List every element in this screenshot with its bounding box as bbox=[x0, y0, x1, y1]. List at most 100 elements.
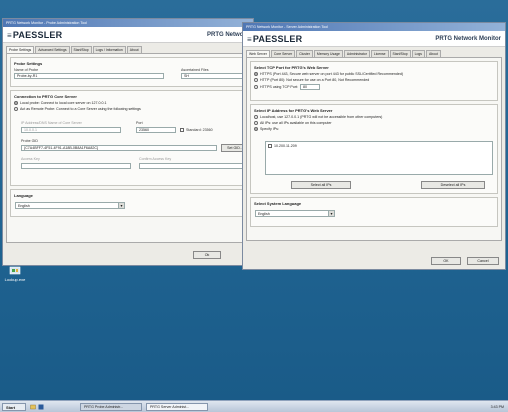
window-titlebar[interactable]: PRTG Network Monitor - Server Administra… bbox=[243, 23, 505, 31]
server-input[interactable]: 10.0.0.1 bbox=[21, 127, 121, 133]
radio-button[interactable] bbox=[14, 101, 18, 105]
probe-name-label: Name of Probe bbox=[14, 68, 39, 72]
chevron-down-icon[interactable]: ▾ bbox=[118, 203, 124, 208]
localhost-option[interactable]: Localhost, use 127.0.0.1 (PRTG will not … bbox=[254, 115, 494, 119]
selected-language: English bbox=[258, 212, 270, 216]
radio-button[interactable] bbox=[254, 127, 258, 131]
group-title: Select IP Address for PRTG's Web Server bbox=[254, 108, 333, 113]
option-label: Localhost, use 127.0.0.1 (PRTG will not … bbox=[260, 115, 383, 119]
tab-logs[interactable]: Logs / Information bbox=[92, 46, 126, 53]
desktop-icon-label: Lookup.exe bbox=[4, 277, 26, 282]
custom-port-option[interactable]: HTTPS using TCP Port: 80 bbox=[254, 84, 494, 90]
paessler-logo: PAESSLER bbox=[247, 34, 302, 44]
gid-input[interactable]: SH bbox=[181, 73, 247, 79]
radio-button[interactable] bbox=[14, 107, 18, 111]
tab-about[interactable]: About bbox=[126, 46, 142, 53]
probe-admin-window: PRTG Network Monitor - Probe Administrat… bbox=[2, 18, 254, 266]
system-language-select[interactable]: English ▾ bbox=[255, 210, 335, 217]
ip-checkbox[interactable] bbox=[268, 144, 272, 149]
radio-button[interactable] bbox=[254, 115, 258, 119]
probe-gid-label: Probe GID bbox=[21, 139, 38, 143]
option-label: Act as Remote Probe: Connect to a Core S… bbox=[20, 107, 141, 111]
port-input[interactable]: 23560 bbox=[136, 127, 176, 133]
ip-list[interactable]: 10.200.11.209 bbox=[265, 141, 493, 175]
select-all-button[interactable]: Select all IPs bbox=[291, 181, 351, 189]
ip-group: Select IP Address for PRTG's Web Server … bbox=[250, 104, 498, 194]
access-key-input[interactable] bbox=[21, 163, 131, 169]
tab-license[interactable]: License bbox=[370, 50, 389, 57]
brand-header: PAESSLER PRTG Network bbox=[3, 27, 253, 43]
tab-panel: Select TCP Port for PRTG's Web Server HT… bbox=[246, 57, 502, 241]
remote-probe-option[interactable]: Act as Remote Probe: Connect to a Core S… bbox=[14, 107, 242, 111]
tab-logs[interactable]: Logs bbox=[411, 50, 425, 57]
specify-ips-option[interactable]: Specify IPs: bbox=[254, 127, 494, 131]
group-title: Language bbox=[14, 193, 33, 198]
http-option[interactable]: HTTP (Port 80): Not secure for use on a … bbox=[254, 78, 494, 82]
radio-button[interactable] bbox=[254, 85, 258, 89]
tab-about[interactable]: About bbox=[425, 50, 441, 57]
default-port-checkbox[interactable] bbox=[180, 128, 184, 132]
tab-core-server[interactable]: Core Server bbox=[270, 50, 296, 57]
taskbar-server-admin[interactable]: PRTG Server Administ... bbox=[146, 403, 208, 411]
radio-button[interactable] bbox=[254, 121, 258, 125]
tab-bar: Probe Settings Advanced Settings Start/S… bbox=[3, 43, 253, 53]
system-language-group: Select System Language English ▾ bbox=[250, 197, 498, 227]
system-tray: 3:43 PM bbox=[464, 403, 506, 411]
group-title: Probe Settings bbox=[14, 61, 43, 66]
option-label: HTTPS (Port 443, Secure web server on po… bbox=[260, 72, 404, 76]
deselect-all-button[interactable]: Deselect all IPs bbox=[421, 181, 485, 189]
ok-button[interactable]: OK bbox=[431, 257, 461, 265]
brand-header: PAESSLER PRTG Network Monitor bbox=[243, 31, 505, 47]
taskbar: Start PRTG Probe Administr... PRTG Serve… bbox=[0, 400, 508, 412]
port-group: Select TCP Port for PRTG's Web Server HT… bbox=[250, 61, 498, 101]
radio-button[interactable] bbox=[254, 72, 258, 76]
selected-language: English bbox=[18, 204, 30, 208]
group-title: Select System Language bbox=[254, 201, 302, 206]
explorer-icon[interactable] bbox=[30, 404, 36, 410]
tab-advanced[interactable]: Advanced Settings bbox=[35, 46, 70, 53]
option-label: HTTPS using TCP Port: bbox=[260, 85, 299, 89]
cancel-button[interactable]: Cancel bbox=[467, 257, 499, 265]
all-ips-option[interactable]: All IPs: use all IPs available on this c… bbox=[254, 121, 494, 125]
desktop-icon[interactable]: Lookup.exe bbox=[4, 266, 26, 282]
group-title: Connection to PRTG Core Server bbox=[14, 94, 77, 99]
clock[interactable]: 3:43 PM bbox=[491, 405, 504, 409]
window-titlebar[interactable]: PRTG Network Monitor - Probe Administrat… bbox=[3, 19, 253, 27]
server-admin-window: PRTG Network Monitor - Server Administra… bbox=[242, 22, 506, 270]
ip-list-item[interactable]: 10.200.11.209 bbox=[268, 144, 490, 149]
tab-probe-settings[interactable]: Probe Settings bbox=[6, 46, 35, 53]
powershell-icon[interactable] bbox=[38, 404, 44, 410]
server-label: IP Address/DNS Name of Core Server bbox=[21, 121, 82, 125]
connection-group: Connection to PRTG Core Server Local pro… bbox=[10, 90, 249, 186]
chevron-down-icon[interactable]: ▾ bbox=[328, 211, 334, 216]
default-port-label: Standard: 23560 bbox=[186, 128, 213, 132]
gid-label: Ascertained Files bbox=[181, 68, 209, 72]
access-key-label: Access Key bbox=[21, 157, 40, 161]
ip-address: 10.200.11.209 bbox=[274, 144, 297, 148]
program-icon bbox=[9, 266, 21, 276]
tab-start-stop[interactable]: Start/Stop bbox=[70, 46, 92, 53]
tab-administrator[interactable]: Administrator bbox=[343, 50, 370, 57]
option-label: Specify IPs: bbox=[260, 127, 279, 131]
tab-web-server[interactable]: Web Server bbox=[246, 50, 270, 57]
probe-name-input[interactable]: Probe-by-R1 bbox=[14, 73, 164, 79]
taskbar-probe-admin[interactable]: PRTG Probe Administr... bbox=[80, 403, 142, 411]
tab-memory[interactable]: Memory Usage bbox=[313, 50, 343, 57]
ok-button[interactable]: Ok bbox=[193, 251, 221, 259]
language-select[interactable]: English ▾ bbox=[15, 202, 125, 209]
probe-gid-input[interactable]: {C7A4BFF7-4F51-4F91-A18B-0B8A1F6A82C} bbox=[21, 145, 217, 151]
group-title: Select TCP Port for PRTG's Web Server bbox=[254, 65, 329, 70]
local-probe-option[interactable]: Local probe: Connect to local core serve… bbox=[14, 101, 242, 105]
start-button[interactable]: Start bbox=[2, 403, 26, 411]
language-group: Language English ▾ bbox=[10, 189, 246, 217]
confirm-key-input[interactable] bbox=[139, 163, 249, 169]
product-name: PRTG Network Monitor bbox=[435, 36, 501, 42]
option-label: All IPs: use all IPs available on this c… bbox=[260, 121, 332, 125]
tab-start-stop[interactable]: Start/Stop bbox=[389, 50, 411, 57]
tab-cluster[interactable]: Cluster bbox=[296, 50, 313, 57]
custom-port-input[interactable]: 80 bbox=[300, 84, 321, 90]
tab-bar: Web Server Core Server Cluster Memory Us… bbox=[243, 47, 505, 57]
radio-button[interactable] bbox=[254, 78, 258, 82]
tab-panel: Probe Settings Name of Probe Probe-by-R1… bbox=[6, 53, 250, 243]
https-option[interactable]: HTTPS (Port 443, Secure web server on po… bbox=[254, 72, 494, 76]
